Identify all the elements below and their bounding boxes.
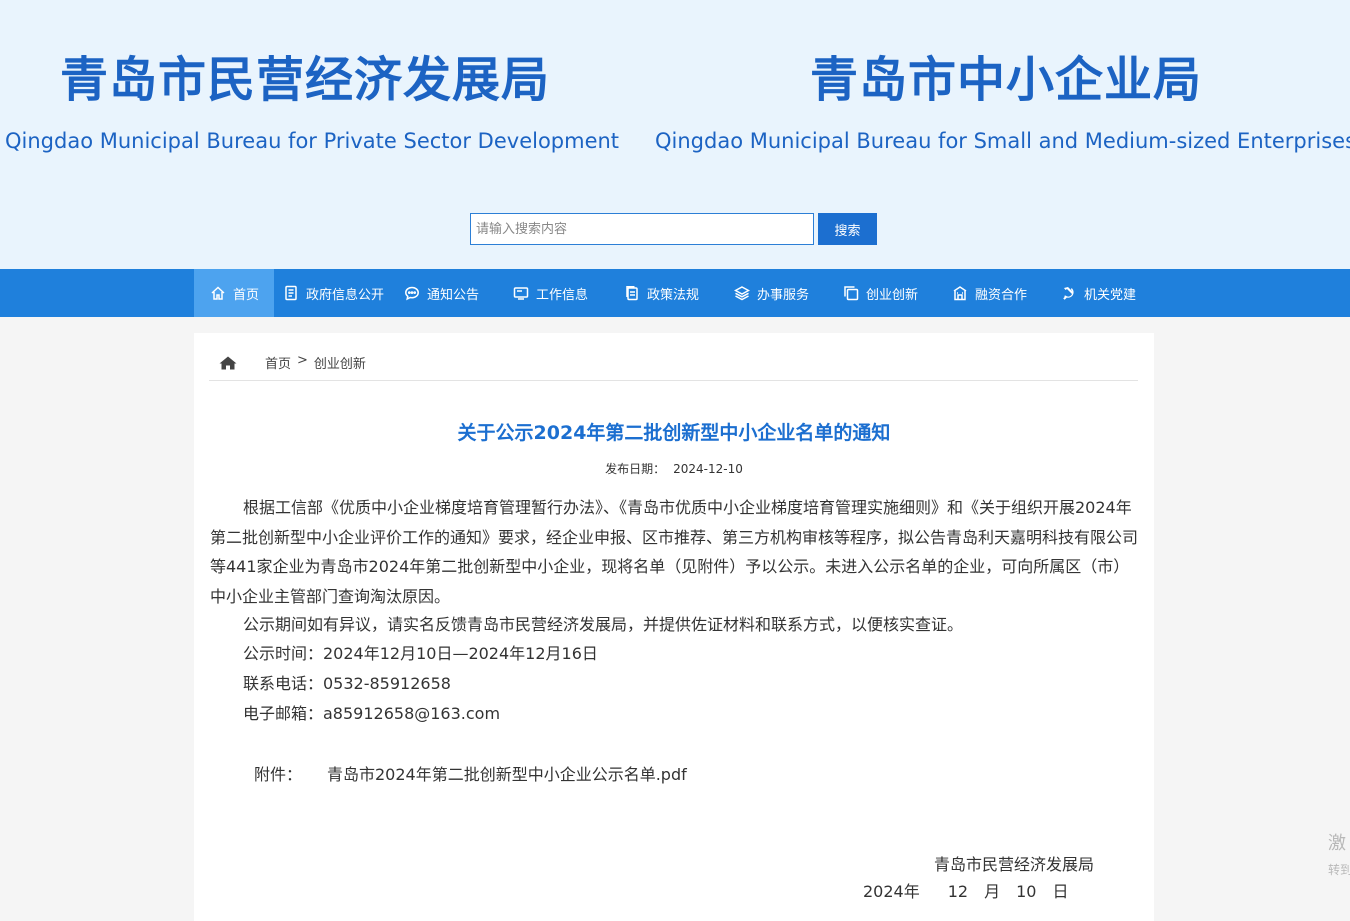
- nav-label: 融资合作: [975, 287, 1028, 303]
- nav-label: 政策法规: [647, 287, 700, 303]
- watermark-line-2: 转到: [1328, 863, 1350, 877]
- site-subtitle-left: Qingdao Municipal Bureau for Private Sec…: [5, 129, 620, 153]
- site-title-left: 青岛市民营经济发展局: [60, 52, 551, 108]
- signature-day-num: 10: [1016, 882, 1037, 901]
- layers-icon: [733, 284, 751, 302]
- site-subtitle-right: Qingdao Municipal Bureau for Small and M…: [655, 129, 1350, 153]
- watermark-line-1: 激: [1328, 833, 1346, 854]
- nav-label: 工作信息: [536, 287, 589, 303]
- header-banner: 青岛市民营经济发展局 Qingdao Municipal Bureau for …: [0, 0, 1350, 269]
- search-input[interactable]: [470, 213, 814, 245]
- nav-item-finance[interactable]: 融资合作: [951, 269, 1027, 317]
- breadcrumb: 首页 > 创业创新: [209, 353, 1138, 381]
- nav-label: 办事服务: [757, 287, 810, 303]
- site-title-right: 青岛市中小企业局: [810, 52, 1203, 108]
- nav-item-notices[interactable]: 通知公告: [403, 269, 479, 317]
- home-icon[interactable]: [219, 356, 237, 370]
- signature-day: 日: [1052, 882, 1069, 901]
- nav-label: 创业创新: [866, 287, 919, 303]
- file-copy-icon: [623, 284, 641, 302]
- nav-label: 机关党建: [1084, 287, 1137, 303]
- article-paragraph-2: 公示期间如有异议，请实名反馈青岛市民营经济发展局，并提供佐证材料和联系方式，以便…: [243, 615, 964, 634]
- home-icon: [209, 284, 227, 302]
- search-button[interactable]: 搜索: [818, 213, 877, 245]
- article-title: 关于公示2024年第二批创新型中小企业名单的通知: [457, 422, 891, 444]
- document-icon: [282, 284, 300, 302]
- attachment-link[interactable]: 青岛市2024年第二批创新型中小企业公示名单.pdf: [327, 761, 687, 785]
- nav-item-services[interactable]: 办事服务: [733, 269, 809, 317]
- publicity-period: 公示时间：2024年12月10日—2024年12月16日: [243, 644, 598, 663]
- main-nav: 首页 政府信息公开 通知公告 工作信息 政策法规 办事服务 创业创新 融资合作 …: [0, 269, 1350, 317]
- chat-icon: [403, 284, 421, 302]
- article-card: 首页 > 创业创新 关于公示2024年第二批创新型中小企业名单的通知 发布日期：…: [194, 333, 1154, 921]
- nav-label: 首页: [233, 287, 260, 303]
- nav-label: 政府信息公开: [306, 287, 385, 303]
- contact-email: 电子邮箱：a85912658@163.com: [243, 704, 501, 723]
- breadcrumb-home-link[interactable]: 首页: [265, 353, 291, 372]
- building-icon: [951, 284, 969, 302]
- nav-label: 通知公告: [427, 287, 480, 303]
- attachment-label: 附件：: [254, 765, 303, 784]
- publish-date: 发布日期： 2024-12-10: [194, 460, 1154, 477]
- contact-phone: 联系电话：0532-85912658: [243, 674, 451, 693]
- signature-month: 月: [984, 882, 1001, 901]
- activation-watermark: 激 转到: [1328, 833, 1350, 881]
- nav-item-gov-info[interactable]: 政府信息公开: [282, 269, 384, 317]
- breadcrumb-separator: >: [297, 353, 308, 368]
- copy-icon: [842, 284, 860, 302]
- monitor-icon: [512, 284, 530, 302]
- publish-date-value: 2024-12-10: [673, 462, 743, 476]
- signature-year: 2024年: [863, 882, 920, 901]
- party-emblem-icon: [1060, 284, 1078, 302]
- nav-item-innovation[interactable]: 创业创新: [842, 269, 918, 317]
- publish-date-label: 发布日期：: [605, 462, 666, 476]
- article-paragraph-1: 根据工信部《优质中小企业梯度培育管理暂行办法》、《青岛市优质中小企业梯度培育管理…: [210, 498, 1139, 606]
- signature-date: 2024年 12 月 10 日: [863, 878, 1068, 902]
- signature-month-num: 12: [947, 882, 969, 901]
- signature-org: 青岛市民营经济发展局: [934, 855, 1095, 874]
- nav-item-party[interactable]: 机关党建: [1060, 269, 1136, 317]
- nav-item-work-info[interactable]: 工作信息: [512, 269, 588, 317]
- breadcrumb-current[interactable]: 创业创新: [314, 353, 366, 372]
- nav-item-home[interactable]: 首页: [194, 269, 274, 317]
- nav-item-policy[interactable]: 政策法规: [623, 269, 699, 317]
